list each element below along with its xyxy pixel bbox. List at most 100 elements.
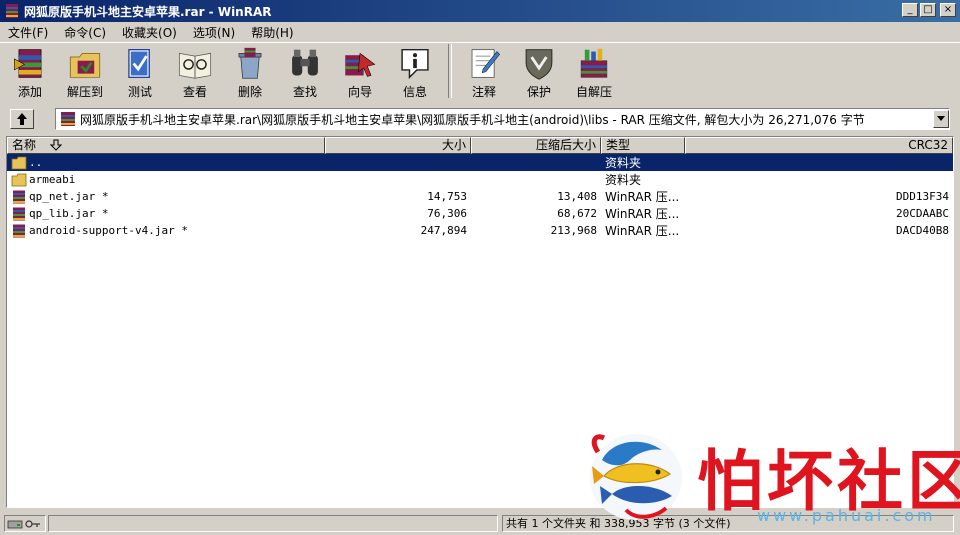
rar-file-icon <box>13 207 25 220</box>
column-header-crc[interactable]: CRC32 <box>685 137 953 154</box>
comment-button[interactable]: 注释 <box>460 44 508 100</box>
arrow-up-icon <box>17 113 27 125</box>
watermark-url: www.pahuai.com <box>757 506 936 525</box>
sfx-button[interactable]: 自解压 <box>570 44 618 100</box>
table-row[interactable]: armeabi 资料夹 <box>7 171 953 188</box>
column-header-packed[interactable]: 压缩后大小 <box>471 137 601 154</box>
menu-commands[interactable]: 命令(C) <box>56 24 114 41</box>
info-button[interactable]: 信息 <box>391 44 439 100</box>
find-label: 查找 <box>292 85 317 99</box>
menu-file[interactable]: 文件(F) <box>0 24 56 41</box>
table-row[interactable]: qp_net.jar * 14,753 13,408 WinRAR 压... DDD13… <box>7 188 953 205</box>
up-folder-button[interactable] <box>10 109 34 129</box>
drive-icon <box>7 520 23 528</box>
key-icon <box>25 519 40 528</box>
cell-name: android-support-v4.jar * <box>7 224 325 238</box>
file-rows: .. 资料夹 armeabi 资料夹 qp_net.jar * 14,753 13,408 W… <box>7 154 953 239</box>
info-icon <box>401 48 429 80</box>
find-icon <box>292 49 318 76</box>
menu-bar: 文件(F) 命令(C) 收藏夹(O) 选项(N) 帮助(H) <box>0 22 960 43</box>
cell-name: qp_net.jar * <box>7 190 325 204</box>
menu-help[interactable]: 帮助(H) <box>243 24 301 41</box>
table-row[interactable]: .. 资料夹 <box>7 154 953 171</box>
info-label: 信息 <box>402 85 427 99</box>
fish-logo-icon <box>590 434 682 520</box>
window-title: 网狐原版手机斗地主安卓苹果.rar - WinRAR <box>24 4 272 19</box>
cell-type: 资料夹 <box>605 156 642 170</box>
status-panel-selection <box>48 515 498 532</box>
add-archive-icon <box>14 49 42 78</box>
cell-size: 76,306 <box>427 207 467 220</box>
status-drive-icons[interactable] <box>4 515 46 532</box>
wizard-icon <box>345 52 376 77</box>
file-name: qp_lib.jar * <box>29 207 109 220</box>
cell-packed: 68,672 <box>557 207 597 220</box>
rar-archive-icon <box>61 112 75 126</box>
cell-size: 14,753 <box>427 190 467 203</box>
winrar-app-icon[interactable] <box>4 3 20 19</box>
column-header-type[interactable]: 类型 <box>601 137 685 154</box>
extract-to-label: 解压到 <box>66 85 103 99</box>
watermark: 怕坏社区 www.pahuai.com <box>582 428 960 528</box>
extract-to-button[interactable]: 解压到 <box>61 44 109 100</box>
column-name-label: 名称 <box>12 138 37 152</box>
sfx-label: 自解压 <box>575 85 612 99</box>
menu-options[interactable]: 选项(N) <box>185 24 243 41</box>
add-button[interactable]: 添加 <box>6 44 54 100</box>
path-text: 网狐原版手机斗地主安卓苹果.rar\网狐原版手机斗地主安卓苹果\网狐原版手机斗地… <box>80 112 865 127</box>
wizard-label: 向导 <box>347 85 372 99</box>
cell-crc: 20CDAABC <box>896 207 949 220</box>
cell-packed: 213,968 <box>550 224 597 237</box>
sort-arrow-down-icon <box>49 139 63 151</box>
add-label: 添加 <box>17 85 42 99</box>
cell-type: 资料夹 <box>605 173 642 187</box>
find-button[interactable]: 查找 <box>281 44 329 100</box>
sfx-icon <box>580 48 608 78</box>
column-header-size[interactable]: 大小 <box>325 137 471 154</box>
folder-icon <box>11 156 27 169</box>
file-name: .. <box>29 156 43 169</box>
rar-file-icon <box>13 224 25 237</box>
rar-file-icon <box>13 190 25 203</box>
toolbar-separator <box>448 44 452 98</box>
protect-label: 保护 <box>526 85 551 99</box>
address-bar: 网狐原版手机斗地主安卓苹果.rar\网狐原版手机斗地主安卓苹果\网狐原版手机斗地… <box>0 106 960 132</box>
close-button[interactable]: × <box>940 3 956 17</box>
wizard-button[interactable]: 向导 <box>336 44 384 100</box>
cell-crc: DDD13F34 <box>896 190 949 203</box>
cell-size: 247,894 <box>420 224 467 237</box>
file-name: armeabi <box>29 173 76 186</box>
test-button[interactable]: 测试 <box>116 44 164 100</box>
comment-icon <box>471 49 501 78</box>
view-button[interactable]: 查看 <box>171 44 219 100</box>
cell-name: qp_lib.jar * <box>7 207 325 221</box>
cell-crc: DACD40B8 <box>896 224 949 237</box>
cell-name: armeabi <box>7 173 325 187</box>
cell-type: WinRAR 压... <box>605 224 680 238</box>
menu-favorites[interactable]: 收藏夹(O) <box>114 24 185 41</box>
maximize-button[interactable]: □ <box>920 3 936 17</box>
path-dropdown-button[interactable] <box>933 110 949 128</box>
extract-to-icon <box>69 53 101 78</box>
file-name: android-support-v4.jar * <box>29 224 188 237</box>
protect-button[interactable]: 保护 <box>515 44 563 100</box>
toolbar: 添加 解压到 测试 查看 删除 查找 向导 信息 注释 保护 自解压 <box>6 44 954 102</box>
delete-button[interactable]: 删除 <box>226 44 274 100</box>
path-combobox[interactable]: 网狐原版手机斗地主安卓苹果.rar\网狐原版手机斗地主安卓苹果\网狐原版手机斗地… <box>55 108 950 130</box>
test-label: 测试 <box>127 85 152 99</box>
test-icon <box>128 49 150 78</box>
table-row[interactable]: android-support-v4.jar * 247,894 213,968 Wi… <box>7 222 953 239</box>
list-header: 名称 大小 压缩后大小 类型 CRC32 <box>7 137 953 154</box>
title-bar: 网狐原版手机斗地主安卓苹果.rar - WinRAR _ □ × <box>0 0 960 22</box>
folder-icon <box>11 173 27 186</box>
chevron-down-icon <box>937 116 945 121</box>
cell-type: WinRAR 压... <box>605 207 680 221</box>
delete-label: 删除 <box>237 85 262 99</box>
cell-type: WinRAR 压... <box>605 190 680 204</box>
minimize-button[interactable]: _ <box>902 3 918 17</box>
column-header-name[interactable]: 名称 <box>7 137 325 154</box>
table-row[interactable]: qp_lib.jar * 76,306 68,672 WinRAR 压... 20CDA… <box>7 205 953 222</box>
cell-name: .. <box>7 156 325 170</box>
cell-packed: 13,408 <box>557 190 597 203</box>
view-label: 查看 <box>182 85 207 99</box>
